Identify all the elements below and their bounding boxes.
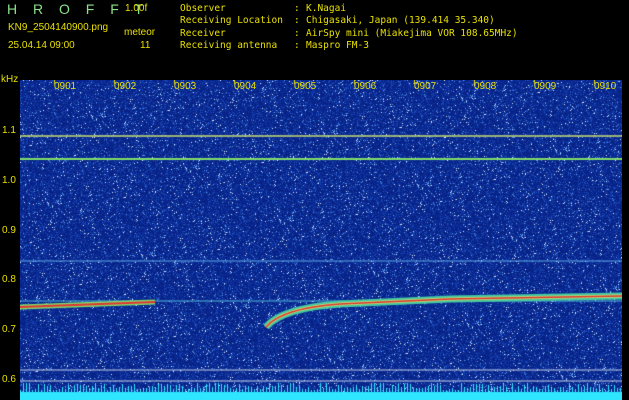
- info-row-antenna: Receiving antenna: Maspro FM-3: [180, 39, 369, 51]
- x-tick-label: 0908: [474, 81, 497, 92]
- y-tick-label: 0.6: [2, 374, 16, 385]
- info-value: K.Nagai: [306, 3, 347, 14]
- info-row-receiver: Receiver: AirSpy mini (Miakejima VOR 108.…: [180, 27, 518, 39]
- info-value: Chigasaki, Japan (139.414 35.340): [306, 15, 495, 27]
- info-row-location: Receiving Location: Chigasaki, Japan (139…: [180, 15, 495, 27]
- x-tick-label: 0902: [114, 81, 137, 92]
- x-tick-label: 0910: [594, 81, 617, 92]
- y-tick-label: 1.0: [2, 175, 16, 186]
- x-tick-label: 0909: [534, 81, 557, 92]
- info-value: Maspro FM-3: [306, 39, 369, 51]
- info-row-observer: Observer: K.Nagai: [180, 3, 347, 14]
- count-label: 11: [140, 40, 151, 51]
- info-key: Receiving antenna: [180, 39, 278, 51]
- y-tick-label: 0.7: [2, 324, 16, 335]
- y-tick-label: 0.8: [2, 274, 16, 285]
- x-tick-label: 0901: [54, 81, 77, 92]
- y-tick-label: 1.1: [2, 125, 16, 136]
- station-info: Observer: K.Nagai Receiving Location: Chig…: [180, 3, 518, 52]
- version-label: 1.00f: [125, 3, 148, 14]
- x-tick-label: 0904: [234, 81, 257, 92]
- info-key: Receiver: [180, 27, 226, 39]
- info-key: Receiving Location: [180, 15, 283, 27]
- header-panel: H R O F F T 1.00f KN9_2504140900.png met…: [0, 0, 629, 78]
- x-tick-label: 0906: [354, 81, 377, 92]
- mode-label: meteor: [124, 27, 156, 38]
- x-tick-label: 0907: [414, 81, 437, 92]
- info-value: AirSpy mini (Miakejima VOR 108.65MHz): [306, 27, 518, 39]
- spectrogram-canvas[interactable]: [20, 80, 622, 400]
- y-unit-label: kHz: [1, 74, 19, 85]
- info-key: Observer: [180, 3, 226, 14]
- y-tick-label: 0.9: [2, 225, 16, 236]
- datetime-label: 25.04.14 09:00: [8, 40, 75, 51]
- filename-label: KN9_2504140900.png: [8, 22, 109, 33]
- x-tick-label: 0905: [294, 81, 317, 92]
- x-tick-label: 0903: [174, 81, 197, 92]
